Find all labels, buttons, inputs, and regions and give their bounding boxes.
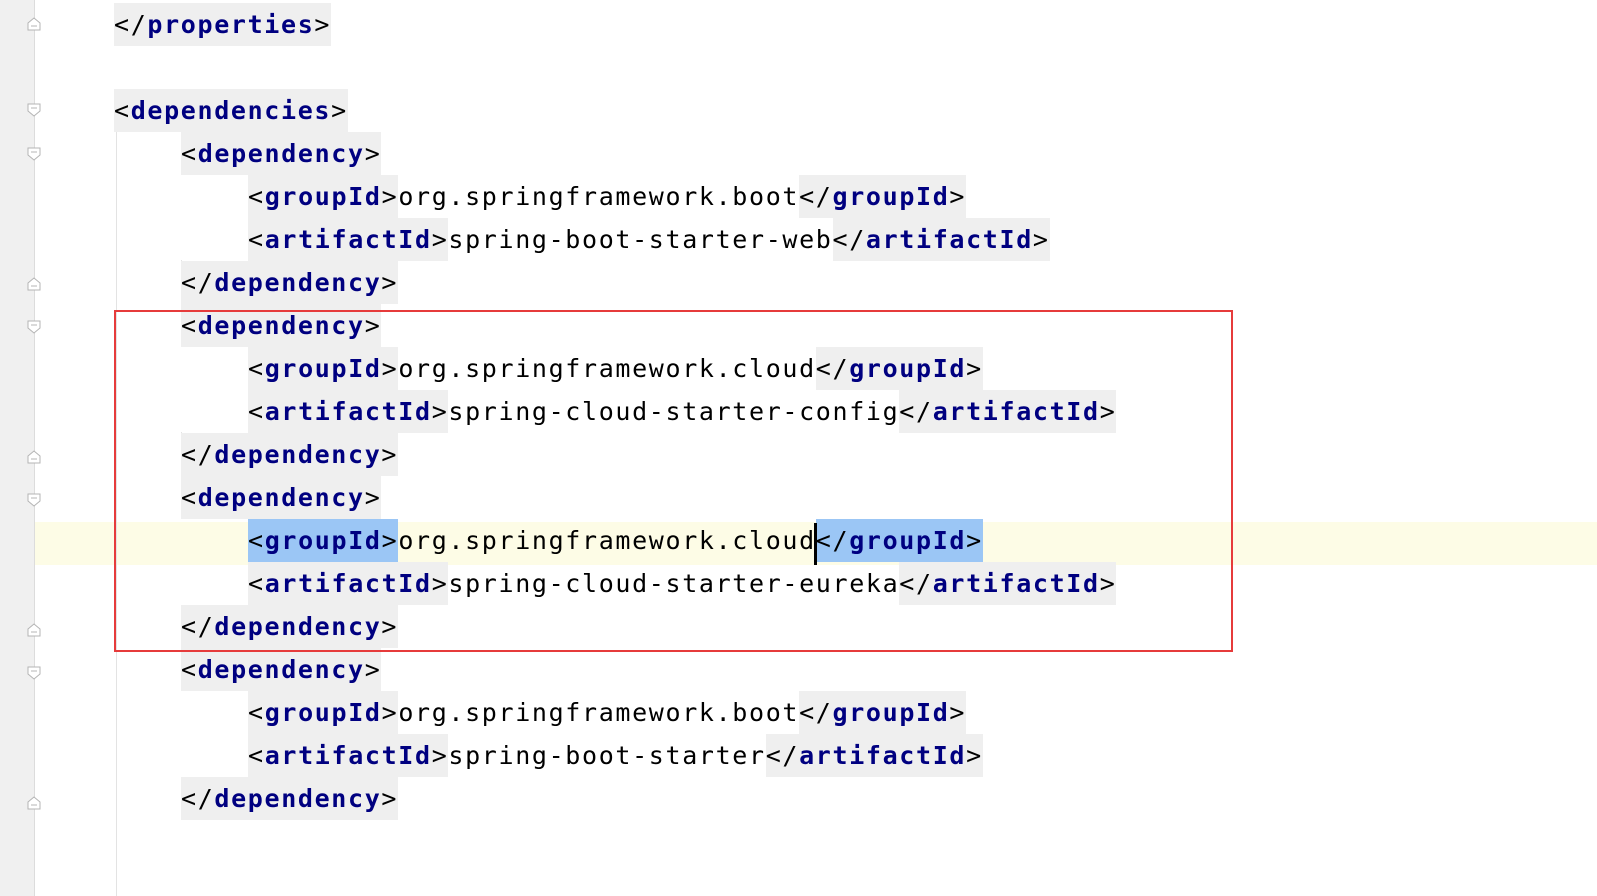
fold-end-icon[interactable] xyxy=(26,622,42,638)
closing-tag: </properties> xyxy=(114,3,332,46)
tag-name: dependency xyxy=(197,655,365,684)
closing-tag: </groupId> xyxy=(799,691,967,734)
tag-bracket: </ xyxy=(181,784,215,813)
code-line[interactable]: <dependency> xyxy=(181,132,382,175)
tag-name: dependency xyxy=(197,139,365,168)
fold-open-icon[interactable] xyxy=(26,146,42,162)
tag-name: artifactId xyxy=(264,741,432,770)
code-line[interactable]: <artifactId>spring-boot-starter</artifac… xyxy=(248,734,983,777)
tag-name: dependency xyxy=(214,268,382,297)
tag-name: artifactId xyxy=(264,225,432,254)
tag-bracket: > xyxy=(431,741,449,770)
tag-bracket: </ xyxy=(799,182,833,211)
element-value: spring-boot-starter xyxy=(448,741,766,770)
tag-bracket: < xyxy=(114,96,131,125)
tag-name: groupId xyxy=(832,698,950,727)
xml-editor[interactable]: </properties> <dependencies> <dependency> <… xyxy=(0,0,1597,896)
tag-bracket: > xyxy=(949,182,967,211)
tag-name: dependencies xyxy=(130,96,332,125)
tag-bracket: > xyxy=(364,139,382,168)
opening-tag: <dependency> xyxy=(181,648,382,691)
code-line[interactable]: </dependency> xyxy=(181,261,399,304)
opening-tag: <artifactId> xyxy=(248,734,449,777)
tag-bracket: </ xyxy=(832,225,866,254)
element-value: spring-boot-starter-web xyxy=(448,225,833,254)
tag-name: groupId xyxy=(264,182,382,211)
tag-bracket: > xyxy=(364,655,382,684)
closing-tag: </dependency> xyxy=(181,261,399,304)
code-line[interactable]: <dependencies> xyxy=(114,89,348,132)
element-value: org.springframework.boot xyxy=(398,182,800,211)
tag-bracket: > xyxy=(949,698,967,727)
opening-tag: <dependencies> xyxy=(114,89,348,132)
fold-open-icon[interactable] xyxy=(26,492,42,508)
closing-tag: </groupId> xyxy=(799,175,967,218)
tag-bracket: < xyxy=(181,655,198,684)
tag-bracket: > xyxy=(381,698,399,727)
opening-tag: <groupId> xyxy=(248,691,399,734)
tag-bracket: </ xyxy=(799,698,833,727)
tag-name: groupId xyxy=(832,182,950,211)
opening-tag: <artifactId> xyxy=(248,218,449,261)
tag-bracket: > xyxy=(331,96,348,125)
code-line[interactable]: <dependency> xyxy=(181,648,382,691)
fold-open-icon[interactable] xyxy=(26,102,42,118)
fold-end-icon[interactable] xyxy=(26,16,42,32)
fold-end-icon[interactable] xyxy=(26,449,42,465)
closing-tag: </dependency> xyxy=(181,777,399,820)
tag-bracket: < xyxy=(248,698,265,727)
tag-bracket: > xyxy=(381,784,399,813)
fold-end-icon[interactable] xyxy=(26,276,42,292)
tag-bracket: > xyxy=(381,182,399,211)
tag-bracket: > xyxy=(314,10,332,39)
tag-name: properties xyxy=(147,10,315,39)
closing-tag: </artifactId> xyxy=(832,218,1050,261)
tag-bracket: < xyxy=(248,741,265,770)
opening-tag: <dependency> xyxy=(181,132,382,175)
fold-open-icon[interactable] xyxy=(26,319,42,335)
tag-bracket: </ xyxy=(114,10,148,39)
editor-gutter[interactable] xyxy=(0,0,35,896)
tag-bracket: < xyxy=(248,182,265,211)
tag-bracket: > xyxy=(966,741,983,770)
tag-name: groupId xyxy=(264,698,382,727)
tag-bracket: < xyxy=(181,139,198,168)
fold-end-icon[interactable] xyxy=(26,795,42,811)
code-line[interactable]: </dependency> xyxy=(181,777,399,820)
tag-name: artifactId xyxy=(799,741,967,770)
element-value: org.springframework.boot xyxy=(398,698,800,727)
code-line[interactable]: <groupId>org.springframework.boot</group… xyxy=(248,691,967,734)
code-line[interactable]: <artifactId>spring-boot-starter-web</art… xyxy=(248,218,1050,261)
tag-bracket: </ xyxy=(181,268,215,297)
closing-tag: </artifactId> xyxy=(765,734,983,777)
tag-bracket: </ xyxy=(765,741,800,770)
tag-bracket: > xyxy=(381,268,399,297)
tag-bracket: > xyxy=(431,225,449,254)
tag-name: artifactId xyxy=(865,225,1033,254)
tag-bracket: < xyxy=(248,225,265,254)
opening-tag: <groupId> xyxy=(248,175,399,218)
code-line[interactable]: </properties> xyxy=(114,3,332,46)
tag-bracket: > xyxy=(1032,225,1050,254)
code-line[interactable]: <groupId>org.springframework.boot</group… xyxy=(248,175,967,218)
annotation-highlight-box xyxy=(114,310,1233,652)
tag-name: dependency xyxy=(214,784,382,813)
fold-open-icon[interactable] xyxy=(26,665,42,681)
